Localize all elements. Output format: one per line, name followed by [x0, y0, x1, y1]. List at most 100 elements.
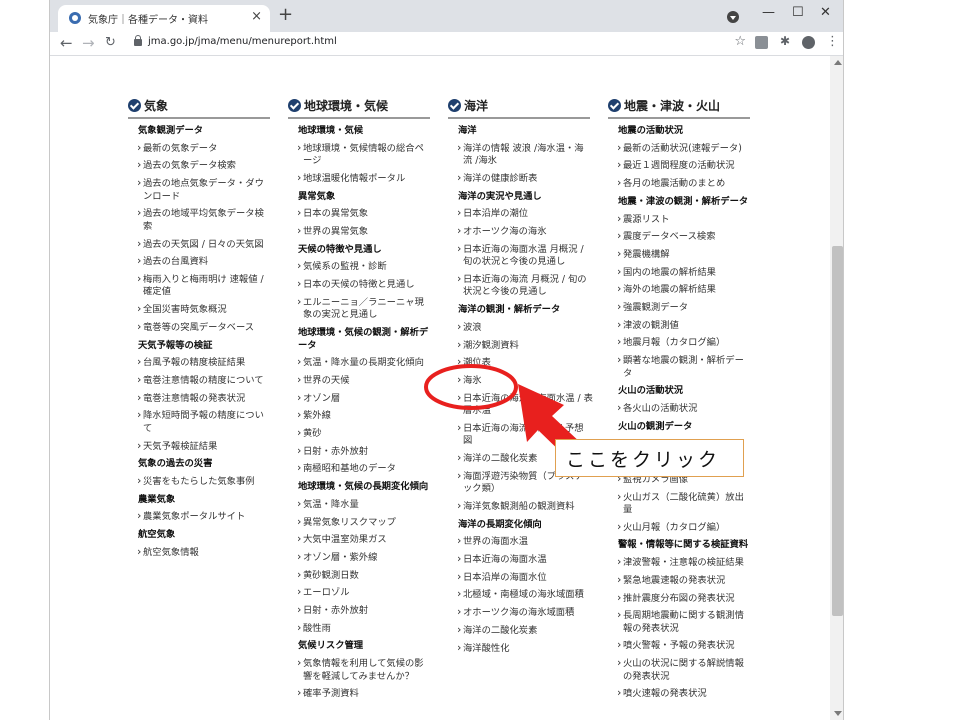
menu-link[interactable]: 黄砂: [297, 427, 321, 441]
scroll-up-arrow-icon[interactable]: [834, 60, 842, 65]
menu-link[interactable]: 南極昭和基地のデータ: [297, 462, 396, 476]
menu-link[interactable]: 海洋の二酸化炭素: [457, 452, 537, 466]
menu-link[interactable]: 日本近海の海流・海氷 / 予想: [457, 422, 584, 436]
menu-link-continuation[interactable]: 報の発表状況: [623, 623, 679, 636]
maximize-button[interactable]: ☐: [792, 5, 804, 20]
address-bar[interactable]: jma.go.jp/jma/menu/menureport.html ☆: [128, 33, 746, 54]
menu-link-continuation[interactable]: 響を軽減してみませんか？: [303, 671, 414, 684]
scroll-down-arrow-icon[interactable]: [834, 711, 842, 716]
close-window-button[interactable]: ✕: [820, 5, 831, 20]
menu-link-continuation[interactable]: 層水温: [463, 405, 491, 418]
menu-link-continuation[interactable]: ック類）: [463, 483, 500, 496]
menu-link[interactable]: 世界の天候: [297, 374, 349, 388]
vertical-scrollbar[interactable]: [830, 56, 843, 720]
menu-link[interactable]: 大気中温室効果ガス: [297, 533, 387, 547]
menu-link[interactable]: 日射・赤外放射: [297, 604, 368, 618]
menu-link[interactable]: 日本沿岸の潮位: [457, 207, 528, 221]
menu-link[interactable]: 気象情報を利用して気候の影: [297, 657, 424, 671]
menu-link[interactable]: 竜巻等の突風データベース: [137, 321, 254, 335]
back-button[interactable]: ←: [60, 34, 73, 52]
menu-link[interactable]: 最新の気象データ: [137, 142, 217, 156]
menu-link[interactable]: 各月の地震活動のまとめ: [617, 177, 725, 191]
menu-link[interactable]: 台風予報の精度検証結果: [137, 356, 245, 370]
menu-link-continuation[interactable]: ンロード: [143, 191, 180, 204]
menu-link-continuation[interactable]: 流 /海氷: [463, 155, 497, 168]
menu-link[interactable]: 長周期地震動に関する観測情: [617, 609, 744, 623]
menu-link-continuation[interactable]: 量: [623, 504, 632, 517]
menu-link[interactable]: 地球温暖化情報ポータル: [297, 172, 405, 186]
menu-link[interactable]: 竜巻注意情報の発表状況: [137, 392, 245, 406]
menu-link[interactable]: 各火山の活動状況: [617, 402, 697, 416]
menu-link[interactable]: 降水短時間予報の精度につい: [137, 409, 264, 423]
menu-link[interactable]: 海氷: [457, 374, 481, 388]
menu-link[interactable]: 気温・降水量の長期変化傾向: [297, 356, 424, 370]
menu-link[interactable]: 過去の地点気象データ・ダウ: [137, 177, 264, 191]
menu-link[interactable]: 推計震度分布図の発表状況: [617, 592, 735, 606]
menu-link-continuation[interactable]: 状況と今後の見通し: [463, 286, 547, 299]
menu-link[interactable]: 強震観測データ: [617, 301, 688, 315]
scroll-thumb[interactable]: [832, 246, 843, 616]
menu-link[interactable]: 気候系の監視・診断: [297, 260, 387, 274]
menu-link[interactable]: オホーツク海の海氷域面積: [457, 606, 574, 620]
menu-link[interactable]: 火山ガス（二酸化硫黄）放出: [617, 491, 744, 505]
browser-tab[interactable]: 気象庁｜各種データ・資料 ×: [58, 5, 270, 32]
forward-button[interactable]: →: [82, 34, 95, 52]
menu-link[interactable]: 波浪: [457, 321, 481, 335]
browser-menu-icon[interactable]: ⋮: [826, 34, 839, 49]
bookmark-star-icon[interactable]: ☆: [734, 34, 746, 49]
extensions-puzzle-icon[interactable]: ✱: [780, 34, 793, 48]
menu-link[interactable]: 天気予報検証結果: [137, 440, 217, 454]
menu-link[interactable]: 紫外線: [297, 409, 331, 423]
menu-link[interactable]: 海洋気象観測船の観測資料: [457, 500, 575, 514]
menu-link[interactable]: 世界の海面水温: [457, 535, 528, 549]
minimize-button[interactable]: —: [762, 5, 775, 20]
menu-link[interactable]: 黄砂観測日数: [297, 569, 359, 583]
menu-link[interactable]: オゾン層・紫外線: [297, 551, 377, 565]
menu-link[interactable]: 日本の天候の特徴と見通し: [297, 278, 415, 292]
menu-link[interactable]: 地震月報（カタログ編）: [617, 336, 725, 350]
menu-link[interactable]: 災害をもたらした気象事例: [137, 475, 255, 489]
menu-link[interactable]: 津波の観測値: [617, 319, 679, 333]
menu-link[interactable]: 発震機構解: [617, 248, 669, 262]
menu-link[interactable]: 潮位表: [457, 356, 491, 370]
menu-link[interactable]: 震度データベース検索: [617, 230, 715, 244]
menu-link[interactable]: 確率予測資料: [297, 687, 359, 701]
menu-link[interactable]: 日射・赤外放射: [297, 445, 368, 459]
menu-link[interactable]: 海洋の情報 波浪 /海水温・海: [457, 142, 584, 156]
menu-link[interactable]: 顕著な地震の観測・解析デー: [617, 354, 744, 368]
menu-link[interactable]: 日本近海の海流 月概況 / 旬の: [457, 273, 587, 287]
menu-link-continuation[interactable]: の発表状況: [623, 671, 670, 684]
menu-link[interactable]: オホーツク海の海氷: [457, 225, 546, 239]
menu-link-continuation[interactable]: タ: [623, 368, 632, 381]
menu-link[interactable]: 火山月報（カタログ編）: [617, 521, 725, 535]
menu-link[interactable]: 航空気象情報: [137, 546, 199, 560]
menu-link[interactable]: 緊急地震速報の発表状況: [617, 574, 725, 588]
menu-link[interactable]: 最新の活動状況(速報データ): [617, 142, 742, 156]
menu-link[interactable]: 日本沿岸の海面水位: [457, 571, 547, 585]
menu-link[interactable]: 地球環境・気候情報の総合ペ: [297, 142, 424, 156]
menu-link[interactable]: 津波警報・注意報の検証結果: [617, 556, 744, 570]
reload-button[interactable]: ↻: [105, 34, 116, 52]
menu-link[interactable]: 震源リスト: [617, 213, 669, 227]
menu-link-continuation[interactable]: 旬の状況と今後の見通し: [463, 256, 565, 269]
menu-link[interactable]: 潮汐観測資料: [457, 339, 519, 353]
menu-link[interactable]: 日本近海の海流・海面水温 / 表: [457, 392, 593, 406]
menu-link[interactable]: 海洋酸性化: [457, 642, 509, 656]
menu-link[interactable]: 竜巻注意情報の精度について: [137, 374, 264, 388]
menu-link[interactable]: エーロゾル: [297, 586, 349, 600]
menu-link[interactable]: 異常気象リスクマップ: [297, 516, 396, 530]
menu-link[interactable]: 過去の台風資料: [137, 255, 208, 269]
menu-link[interactable]: 過去の天気図 / 日々の天気図: [137, 238, 264, 252]
menu-link[interactable]: オゾン層: [297, 392, 340, 406]
menu-link[interactable]: 過去の気象データ検索: [137, 159, 236, 173]
menu-link[interactable]: エルニーニョ／ラニーニャ現: [297, 296, 424, 310]
menu-link[interactable]: 世界の異常気象: [297, 225, 368, 239]
menu-link[interactable]: 噴火警報・予報の発表状況: [617, 639, 735, 653]
menu-link-continuation[interactable]: 索: [143, 221, 152, 234]
menu-link-continuation[interactable]: ージ: [303, 155, 321, 168]
tab-close-icon[interactable]: ×: [251, 9, 262, 25]
menu-link[interactable]: 海洋の健康診断表: [457, 172, 537, 186]
menu-link[interactable]: 最近１週間程度の活動状況: [617, 159, 735, 173]
pdf-extension-icon[interactable]: [755, 36, 768, 49]
menu-link[interactable]: 北極域・南極域の海氷域面積: [457, 588, 584, 602]
